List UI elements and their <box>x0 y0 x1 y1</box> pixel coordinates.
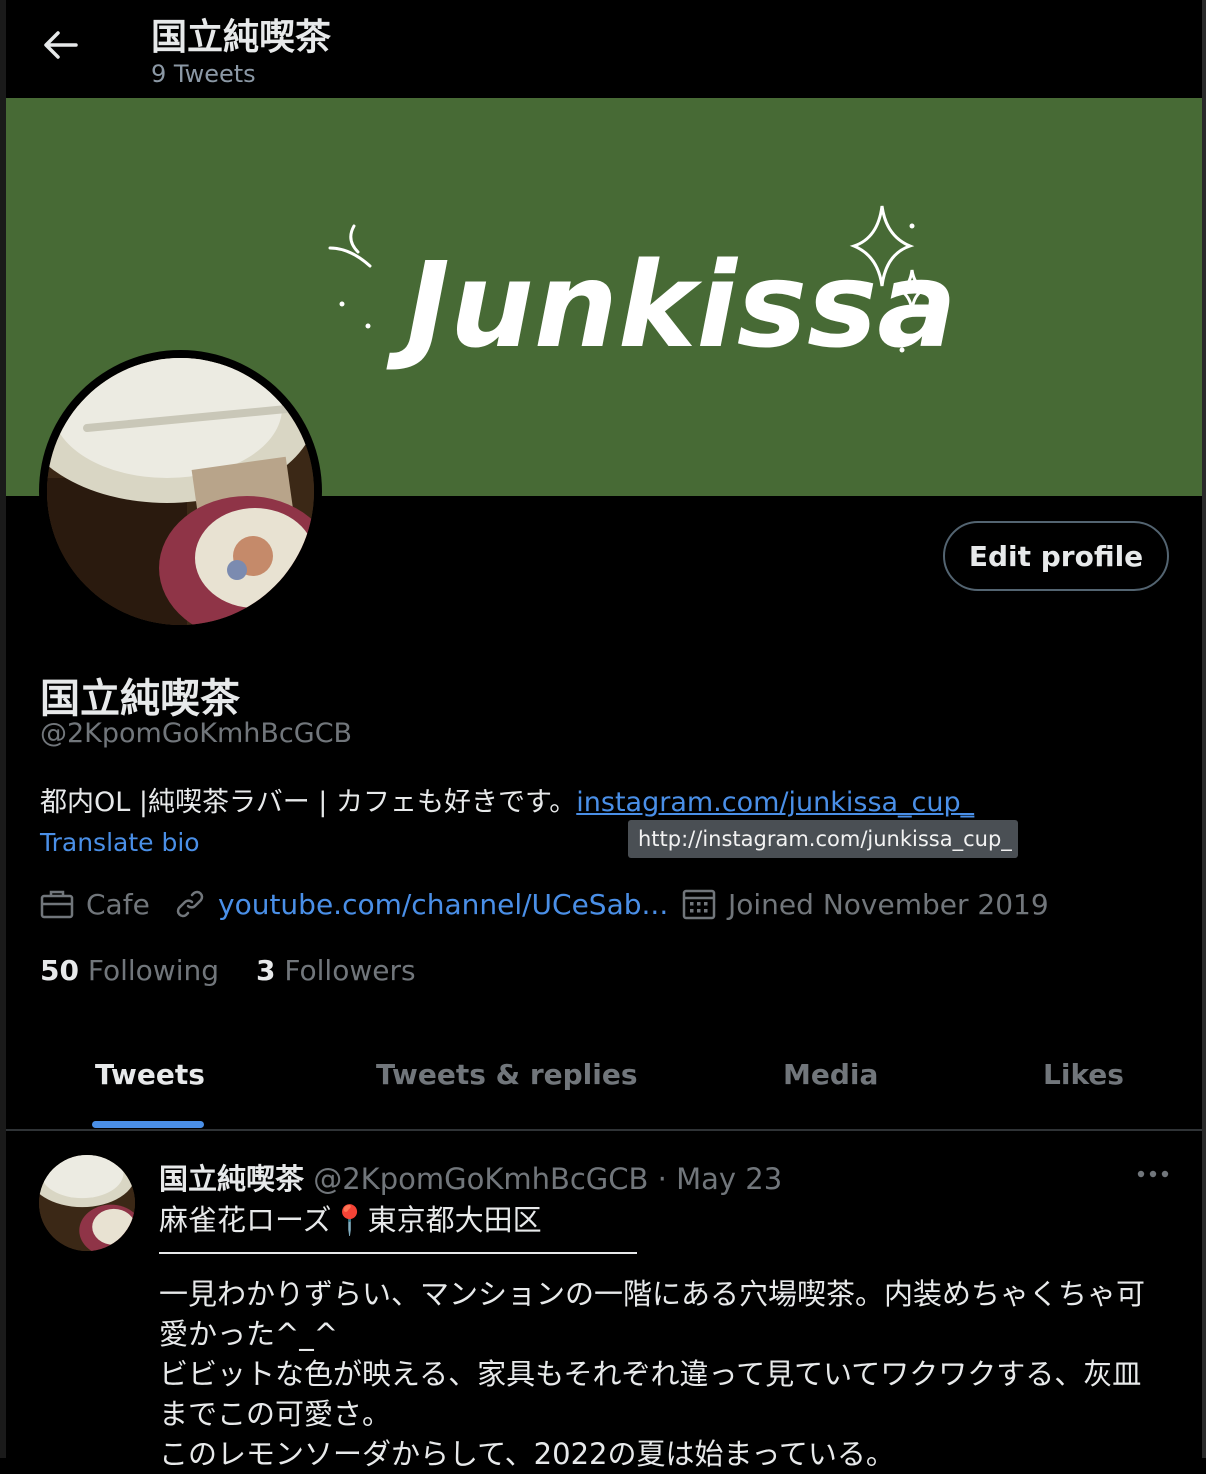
followers-link[interactable]: 3 Followers <box>256 954 416 987</box>
following-label: Following <box>87 954 220 987</box>
tweet-count: 9 Tweets <box>151 60 256 88</box>
category-meta: Cafe <box>40 884 150 924</box>
tab-media[interactable]: Media <box>783 1058 878 1091</box>
tabs-divider <box>6 1129 1202 1131</box>
translate-bio-link[interactable]: Translate bio <box>40 828 200 857</box>
tweet-avatar[interactable] <box>39 1155 135 1251</box>
followers-label: Followers <box>284 954 416 987</box>
joined-text: Joined November 2019 <box>728 887 1049 921</box>
tweet-line: 一見わかりずらい、マンションの一階にある穴場喫茶。内装めちゃくちゃ可愛かった^_… <box>159 1277 1146 1351</box>
bio-link[interactable]: instagram.com/junkissa_cup_ <box>576 787 974 818</box>
tweet-line: 麻雀花ローズ📍東京都大田区 <box>159 1203 542 1237</box>
tweet-handle-date: @2KpomGoKmhBcGCB · May 23 <box>313 1162 783 1196</box>
tweet-line: ビビットな色が映える、家具もそれぞれ違って見ていてワクワクする、灰皿までこの可愛… <box>159 1357 1142 1431</box>
more-options-icon[interactable] <box>1136 1166 1170 1182</box>
link-tooltip: http://instagram.com/junkissa_cup_ <box>628 820 1018 858</box>
profile-bio: 都内OL |純喫茶ラバー | カフェも好きです。instagram.com/ju… <box>40 780 974 819</box>
avatar-photo <box>47 358 314 625</box>
active-tab-indicator <box>92 1121 204 1128</box>
header-title: 国立純喫茶 <box>151 17 332 58</box>
link-icon <box>176 890 204 918</box>
tweet-separator <box>159 1252 637 1254</box>
followers-count: 3 <box>256 954 276 987</box>
website-meta: youtube.com/channel/UCeSab... <box>174 884 668 924</box>
tab-likes[interactable]: Likes <box>1043 1058 1124 1091</box>
edit-profile-button[interactable]: Edit profile <box>943 521 1169 591</box>
profile-handle: @2KpomGoKmhBcGCB <box>40 718 353 749</box>
profile-name: 国立純喫茶 <box>40 676 240 722</box>
tweet-header: 国立純喫茶 @2KpomGoKmhBcGCB · May 23 <box>159 1156 782 1198</box>
tweet-author[interactable]: 国立純喫茶 <box>159 1162 304 1196</box>
tweet-line: このレモンソーダからして、2022の夏は始まっている。 <box>159 1437 895 1471</box>
bio-text: 都内OL |純喫茶ラバー | カフェも好きです。 <box>40 787 577 818</box>
website-link[interactable]: youtube.com/channel/UCeSab... <box>218 888 668 921</box>
category-text: Cafe <box>86 887 150 921</box>
following-link[interactable]: 50 Following <box>40 954 219 987</box>
tab-tweets-replies[interactable]: Tweets & replies <box>376 1058 638 1091</box>
tweet-body: 麻雀花ローズ📍東京都大田区 一見わかりずらい、マンションの一階にある穴場喫茶。内… <box>159 1200 1159 1474</box>
joined-meta: Joined November 2019 <box>682 884 1049 924</box>
back-arrow-icon[interactable] <box>40 28 80 62</box>
following-count: 50 <box>40 954 79 987</box>
calendar-icon <box>682 889 716 920</box>
tab-tweets[interactable]: Tweets <box>95 1058 205 1091</box>
briefcase-icon <box>40 890 74 919</box>
profile-avatar[interactable] <box>39 350 322 633</box>
